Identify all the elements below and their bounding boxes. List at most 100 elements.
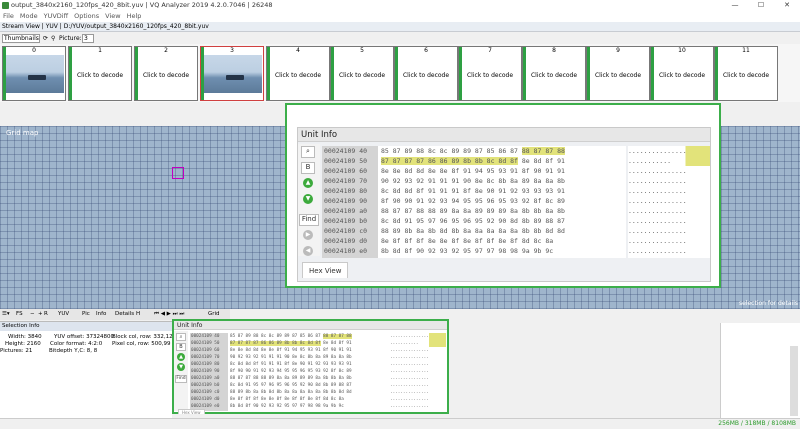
reset-button[interactable]: R	[44, 309, 48, 320]
hex-view-tab[interactable]: Hex View	[302, 262, 349, 278]
ascii-row[interactable]: ...............	[628, 196, 710, 206]
menu-yuvdiff[interactable]: YUVDiff	[41, 11, 71, 22]
ascii-row[interactable]: ...............	[628, 226, 710, 236]
zoom-in-button[interactable]: +	[38, 309, 43, 320]
zoom-out-button[interactable]: −	[30, 309, 35, 320]
address-row: 00024109 40	[324, 147, 368, 155]
frame-thumb-7[interactable]: 7 Click to decode	[458, 46, 522, 101]
right-arrow-icon[interactable]: ▶	[301, 230, 315, 242]
ascii-row[interactable]: ...............	[628, 186, 710, 196]
hex-row[interactable]: 8f 90 90 91 92 93 94 95 95 96 95 93 92 8…	[230, 368, 388, 375]
selected-block	[172, 167, 184, 179]
ascii-column[interactable]: ........................................…	[390, 333, 446, 411]
pic-button[interactable]: Pic	[82, 309, 90, 320]
hex-row[interactable]: 90 92 93 92 91 91 91 90 8e 8c 8b 8a 89 8…	[381, 176, 626, 186]
hex-row[interactable]: 8e 8e 8d 8d 8e 8e 8f 91 94 95 93 91 8f 9…	[230, 347, 388, 354]
up-arrow-icon[interactable]: ▲	[301, 178, 315, 190]
frame-thumb-11[interactable]: 11 Click to decode	[714, 46, 778, 101]
down-arrow-icon[interactable]: ▼	[176, 363, 186, 371]
b-button[interactable]: B	[176, 343, 186, 351]
zoom-icon[interactable]: ⌕	[176, 333, 186, 341]
frame-thumb-5[interactable]: 5 Click to decode	[330, 46, 394, 101]
ascii-row[interactable]: ...............	[390, 396, 446, 403]
picture-spinner[interactable]: 3	[82, 34, 94, 43]
frame-thumb-8[interactable]: 8 Click to decode	[522, 46, 586, 101]
zoom-icon[interactable]: ⌕	[301, 146, 315, 158]
ascii-row[interactable]: ...............	[628, 236, 710, 246]
h-button[interactable]: H	[136, 309, 140, 320]
frame-thumb-2[interactable]: 2 Click to decode	[134, 46, 198, 101]
hex-row[interactable]: 8f 90 90 91 92 93 94 95 95 96 95 93 92 8…	[381, 196, 626, 206]
up-arrow-icon[interactable]: ▲	[176, 353, 186, 361]
find-button[interactable]: Find	[175, 375, 187, 383]
left-arrow-icon[interactable]: ◀	[301, 246, 315, 258]
find-button[interactable]: Find	[299, 214, 319, 226]
hex-row[interactable]: 88 87 87 88 88 89 8a 8a 89 89 89 8a 8b 8…	[381, 206, 626, 216]
frame-thumb-10[interactable]: 10 Click to decode	[650, 46, 714, 101]
close-button[interactable]: ✕	[775, 0, 799, 11]
frame-thumb-1[interactable]: 1 Click to decode	[68, 46, 132, 101]
yuv-select[interactable]: YUV	[58, 309, 69, 320]
ascii-row[interactable]: ...............	[628, 216, 710, 226]
scrollbar[interactable]	[790, 346, 798, 416]
frame-thumb-3[interactable]: 3	[200, 46, 264, 101]
hex-row[interactable]: 8e 8f 8f 8f 8e 8e 8f 8e 8f 8f 8e 8f 8d 8…	[230, 396, 388, 403]
ascii-row[interactable]: ...............	[390, 368, 446, 375]
hex-row[interactable]: 8b 8d 8f 90 92 93 92 95 97 97 98 98 9a 9…	[230, 403, 388, 410]
fs-button[interactable]: FS	[16, 309, 23, 320]
ascii-row[interactable]: ...............	[390, 389, 446, 396]
view-mode-select[interactable]: Thumbnails ▾	[2, 34, 40, 49]
hex-row[interactable]: 8c 8d 8d 8f 91 91 91 8f 8e 90 91 92 93 9…	[381, 186, 626, 196]
frame-thumb-0[interactable]: 0	[2, 46, 66, 101]
filter-icon[interactable]: ⚲	[51, 33, 55, 44]
refresh-icon[interactable]: ⟳	[43, 33, 48, 44]
hex-row[interactable]: 8e 8f 8f 8f 8e 8e 8f 8e 8f 8f 8e 8f 8d 8…	[381, 236, 626, 246]
hex-row[interactable]: 87 87 87 87 86 86 89 8b 8b 8c 8d 8f 8e 8…	[381, 156, 626, 166]
hex-row[interactable]: 88 89 8b 8a 8b 8d 8b 8a 8a 8a 8a 8a 8b 8…	[230, 389, 388, 396]
ascii-row[interactable]: ...............	[628, 166, 710, 176]
menu-icon[interactable]: ☰▾	[2, 309, 10, 320]
hex-column[interactable]: 85 87 89 88 8c 8c 89 89 87 85 86 87 88 8…	[378, 146, 626, 258]
ascii-row[interactable]: ...............	[390, 375, 446, 382]
hex-view-tab[interactable]: Hex View	[178, 409, 205, 415]
ascii-row[interactable]: ...............	[390, 403, 446, 410]
ascii-row[interactable]: ...............	[390, 333, 446, 340]
hex-row[interactable]: 8b 8d 8f 90 92 93 92 95 97 97 98 98 9a 9…	[381, 246, 626, 256]
hex-row[interactable]: 87 87 87 87 86 86 89 8b 8b 8c 8d 8f 8e 8…	[230, 340, 388, 347]
ascii-row[interactable]: ...............	[628, 146, 710, 156]
ascii-row[interactable]: ...........	[628, 156, 710, 166]
hex-row[interactable]: 8e 8e 8d 8d 8e 8e 8f 91 94 95 93 91 8f 9…	[381, 166, 626, 176]
hex-row[interactable]: 8c 8d 8d 8f 91 91 91 8f 8e 90 91 92 93 9…	[230, 361, 388, 368]
info-select[interactable]: Info	[96, 309, 106, 320]
maximize-button[interactable]: ☐	[749, 0, 773, 11]
ascii-row[interactable]: ...............	[390, 382, 446, 389]
hex-row[interactable]: 88 89 8b 8a 8b 8d 8b 8a 8a 8a 8a 8a 8b 8…	[381, 226, 626, 236]
ascii-row[interactable]: ...............	[390, 347, 446, 354]
frame-thumb-6[interactable]: 6 Click to decode	[394, 46, 458, 101]
ascii-column[interactable]: ........................................…	[628, 146, 710, 258]
hex-row[interactable]: 8c 8d 91 95 97 96 95 96 95 92 90 8d 8b 8…	[381, 216, 626, 226]
hex-row[interactable]: 85 87 89 88 8c 8c 89 89 87 85 86 87 88 8…	[381, 146, 626, 156]
menu-mode[interactable]: Mode	[17, 11, 41, 22]
minimize-button[interactable]: —	[723, 0, 747, 11]
b-button[interactable]: B	[301, 162, 315, 174]
details-button[interactable]: Details	[115, 309, 134, 320]
ascii-row[interactable]: ...............	[628, 206, 710, 216]
ascii-row[interactable]: ...............	[628, 176, 710, 186]
hex-row[interactable]: 85 87 89 88 8c 8c 89 89 87 85 86 87 88 8…	[230, 333, 388, 340]
down-arrow-icon[interactable]: ▼	[301, 194, 315, 206]
menu-help[interactable]: Help	[124, 11, 145, 22]
hex-row[interactable]: 90 92 93 92 91 91 91 90 8e 8c 8b 8a 89 8…	[230, 354, 388, 361]
hex-column[interactable]: 85 87 89 88 8c 8c 89 89 87 85 86 87 88 8…	[228, 333, 388, 411]
ascii-row[interactable]: ...........	[390, 340, 446, 347]
hex-row[interactable]: 88 87 87 88 88 89 8a 8a 89 89 89 8a 8b 8…	[230, 375, 388, 382]
ascii-row[interactable]: ...............	[628, 246, 710, 256]
hex-row[interactable]: 8c 8d 91 95 97 96 95 96 95 92 90 8d 8b 8…	[230, 382, 388, 389]
ascii-row[interactable]: ...............	[390, 361, 446, 368]
frame-thumb-9[interactable]: 9 Click to decode	[586, 46, 650, 101]
menu-view[interactable]: View	[102, 11, 123, 22]
menu-file[interactable]: File	[0, 11, 17, 22]
frame-thumb-4[interactable]: 4 Click to decode	[266, 46, 330, 101]
ascii-row[interactable]: ...............	[390, 354, 446, 361]
menu-options[interactable]: Options	[71, 11, 102, 22]
